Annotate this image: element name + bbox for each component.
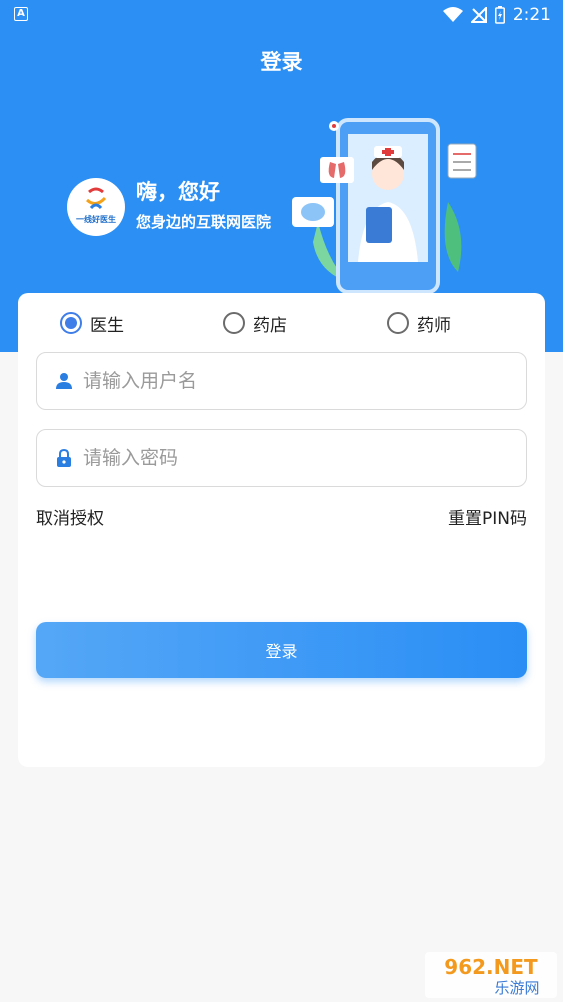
battery-icon	[494, 6, 505, 24]
status-bar: A 2:21	[0, 0, 563, 30]
wifi-icon	[442, 7, 463, 22]
logo-mark-icon	[86, 187, 107, 210]
role-option-pharmacy[interactable]: 药店	[223, 306, 287, 340]
app-logo: 一线好医生	[67, 178, 125, 236]
radio-unchecked-icon	[387, 312, 409, 334]
role-label: 药店	[253, 315, 287, 336]
role-label: 药师	[417, 315, 451, 336]
watermark-text-bottom: 乐游网	[494, 979, 539, 997]
watermark-logo: 962.NET 乐游网	[425, 952, 557, 998]
login-button[interactable]: 登录	[36, 622, 527, 678]
no-signal-icon	[470, 7, 487, 23]
radio-unchecked-icon	[223, 312, 245, 334]
username-input[interactable]	[83, 370, 483, 392]
role-option-doctor[interactable]: 医生	[60, 306, 124, 340]
role-selector: 医生 药店 药师	[0, 306, 563, 340]
password-input[interactable]	[83, 447, 483, 469]
page-title: 登录	[260, 50, 303, 74]
notification-icon: A	[14, 7, 28, 21]
reset-pin-link[interactable]: 重置PIN码	[448, 504, 527, 529]
logo-text: 一线好医生	[76, 215, 116, 224]
greeting-subtitle: 您身边的互联网医院	[136, 213, 272, 231]
radio-checked-icon	[60, 312, 82, 334]
role-option-pharmacist[interactable]: 药师	[387, 306, 451, 340]
role-label: 医生	[90, 315, 124, 336]
watermark-text-top: 962.NET	[444, 955, 538, 979]
doctor-illustration	[292, 118, 477, 294]
status-time: 2:21	[512, 5, 551, 25]
greeting: 嗨，您好	[136, 180, 220, 204]
cancel-authorization-link[interactable]: 取消授权	[36, 504, 104, 529]
status-icons: 2:21	[442, 4, 551, 26]
user-icon	[56, 373, 72, 389]
lock-icon	[57, 449, 71, 467]
password-field[interactable]	[36, 429, 527, 487]
username-field[interactable]	[36, 352, 527, 410]
